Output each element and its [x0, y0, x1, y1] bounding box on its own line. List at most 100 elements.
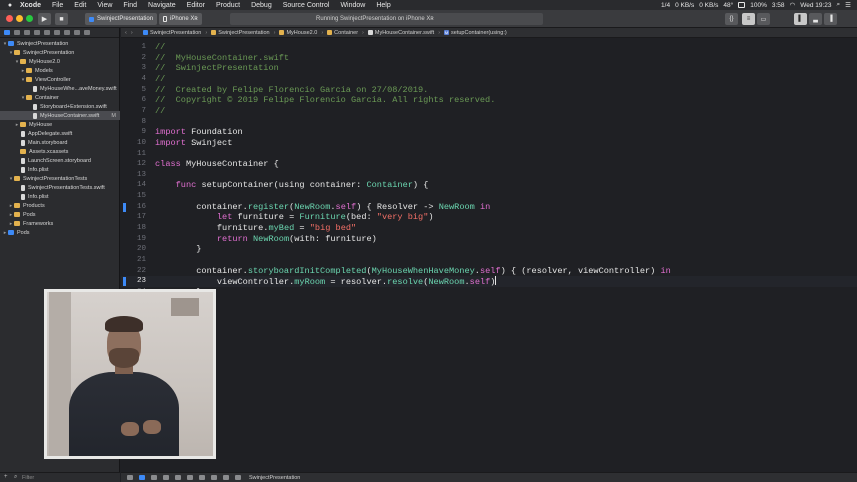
tree-item[interactable]: Storyboard+Extension.swift: [0, 102, 120, 111]
apple-menu-icon[interactable]: ●: [6, 1, 14, 9]
find-icon[interactable]: [34, 30, 40, 35]
line-number[interactable]: 4: [121, 74, 146, 85]
clock[interactable]: Wed 19:23: [800, 2, 831, 9]
line-number[interactable]: 21: [121, 255, 146, 266]
code-line[interactable]: 10 import Swinject: [121, 138, 857, 149]
add-icon[interactable]: +: [4, 474, 8, 480]
tree-item[interactable]: ▾ MyHouse2.0: [0, 57, 120, 66]
line-number[interactable]: 6: [121, 95, 146, 106]
tree-item[interactable]: ▸ Models: [0, 66, 120, 75]
breakpoint-icon[interactable]: [74, 30, 80, 35]
menu-find[interactable]: Find: [123, 2, 137, 9]
code-line[interactable]: 21: [121, 255, 857, 266]
memory-graph-icon[interactable]: [211, 475, 217, 480]
line-number[interactable]: 1: [121, 42, 146, 53]
code-line[interactable]: 22 container.storyboardInitCompleted(MyH…: [121, 266, 857, 277]
line-number[interactable]: 18: [121, 223, 146, 234]
line-number[interactable]: 2: [121, 53, 146, 64]
code-line[interactable]: 13: [121, 170, 857, 181]
location-icon[interactable]: [235, 475, 241, 480]
code-line[interactable]: 24 }: [121, 287, 857, 298]
line-number[interactable]: 22: [121, 266, 146, 277]
test-icon[interactable]: [54, 30, 60, 35]
line-number[interactable]: 3: [121, 63, 146, 74]
toggle-debug-area-button[interactable]: ▃: [809, 13, 822, 25]
line-number[interactable]: 7: [121, 106, 146, 117]
line-number[interactable]: 5: [121, 85, 146, 96]
line-number[interactable]: 19: [121, 234, 146, 245]
code-line[interactable]: 15: [121, 191, 857, 202]
minimize-window-button[interactable]: [16, 15, 23, 22]
breakpoints-toggle-icon[interactable]: [139, 475, 145, 480]
back-arrow-icon[interactable]: ‹: [125, 30, 127, 36]
source-editor[interactable]: 1 // 2 // MyHouseContainer.swift 3 // Swinjec…: [121, 39, 857, 472]
spotlight-icon[interactable]: ⌕: [837, 1, 841, 9]
menu-navigate[interactable]: Navigate: [148, 2, 176, 9]
menu-window[interactable]: Window: [340, 2, 365, 9]
menu-edit[interactable]: Edit: [74, 2, 86, 9]
code-line[interactable]: 7 //: [121, 106, 857, 117]
folder-icon[interactable]: [4, 30, 10, 35]
tree-item[interactable]: ▾ Container: [0, 93, 120, 102]
breadcrumb-item[interactable]: MsetupContainer(using:): [444, 30, 507, 36]
assistant-editor-button[interactable]: ▭: [757, 13, 770, 25]
tree-item[interactable]: ▾ SwinjectPresentation: [0, 39, 120, 48]
breadcrumb-item[interactable]: MyHouseContainer.swift: [367, 30, 434, 36]
scheme-popup[interactable]: SwinjectPresentation: [85, 13, 158, 25]
code-line[interactable]: 17 let furniture = Furniture(bed: "very …: [121, 212, 857, 223]
tree-item[interactable]: ▾ ViewController: [0, 75, 120, 84]
tree-item[interactable]: SwinjectPresentationTests.swift: [0, 183, 120, 192]
source-control-icon[interactable]: [14, 30, 20, 35]
pause-icon[interactable]: [151, 475, 157, 480]
environment-overrides-icon[interactable]: [223, 475, 229, 480]
code-line[interactable]: 20 }: [121, 244, 857, 255]
run-button[interactable]: ▶: [38, 13, 51, 25]
tree-item[interactable]: Main.storyboard: [0, 138, 120, 147]
menu-editor[interactable]: Editor: [187, 2, 205, 9]
device-popup[interactable]: iPhone Xʀ: [159, 13, 202, 25]
menu-list-icon[interactable]: ☰: [845, 1, 851, 9]
code-line[interactable]: 6 // Copyright © 2019 Felipe Florencio Ga…: [121, 95, 857, 106]
menu-xcode[interactable]: Xcode: [20, 2, 41, 9]
tree-item[interactable]: ▸ Pods: [0, 228, 120, 237]
menu-file[interactable]: File: [52, 2, 63, 9]
code-line[interactable]: 19 return NewRoom(with: furniture): [121, 234, 857, 245]
forward-arrow-icon[interactable]: ›: [131, 30, 133, 36]
breadcrumb-item[interactable]: SwinjectPresentation: [143, 30, 201, 36]
line-number[interactable]: 8: [121, 117, 146, 128]
code-line[interactable]: 2 // MyHouseContainer.swift: [121, 53, 857, 64]
code-line[interactable]: 11: [121, 149, 857, 160]
menu-debug[interactable]: Debug: [251, 2, 272, 9]
line-number[interactable]: 15: [121, 191, 146, 202]
battery-icon[interactable]: [738, 2, 746, 8]
breadcrumb-item[interactable]: SwinjectPresentation: [211, 30, 270, 36]
tree-item[interactable]: ▸ MyHouse: [0, 120, 120, 129]
menu-help[interactable]: Help: [376, 2, 390, 9]
step-out-icon[interactable]: [187, 475, 193, 480]
tree-item[interactable]: Assets.xcassets: [0, 147, 120, 156]
tree-item[interactable]: AppDelegate.swift: [0, 129, 120, 138]
close-window-button[interactable]: [6, 15, 13, 22]
line-number[interactable]: 13: [121, 170, 146, 181]
line-number[interactable]: 11: [121, 149, 146, 160]
code-line[interactable]: 9 import Foundation: [121, 127, 857, 138]
code-line[interactable]: 3 // SwinjectPresentation: [121, 63, 857, 74]
tree-item[interactable]: ▸ Pods: [0, 210, 120, 219]
view-hierarchy-icon[interactable]: [199, 475, 205, 480]
code-line[interactable]: 23 viewController.myRoom = resolver.reso…: [121, 276, 857, 288]
toggle-navigator-button[interactable]: ▌: [794, 13, 807, 25]
hide-debug-icon[interactable]: [127, 475, 133, 480]
breadcrumb-item[interactable]: MyHouse2.0: [279, 30, 317, 36]
tree-item[interactable]: MyHouseContainer.swift M: [0, 111, 120, 120]
tree-item[interactable]: ▾ SwinjectPresentation: [0, 48, 120, 57]
line-number[interactable]: 14: [121, 180, 146, 191]
line-number[interactable]: 12: [121, 159, 146, 170]
code-line[interactable]: 14 func setupContainer(using container: …: [121, 180, 857, 191]
tree-item[interactable]: Info.plist: [0, 165, 120, 174]
code-line[interactable]: 4 //: [121, 74, 857, 85]
report-icon[interactable]: [84, 30, 90, 35]
line-number[interactable]: 20: [121, 244, 146, 255]
tree-item[interactable]: Info.plist: [0, 192, 120, 201]
filter-field[interactable]: Filter: [22, 475, 34, 481]
stop-button[interactable]: ■: [55, 13, 68, 25]
